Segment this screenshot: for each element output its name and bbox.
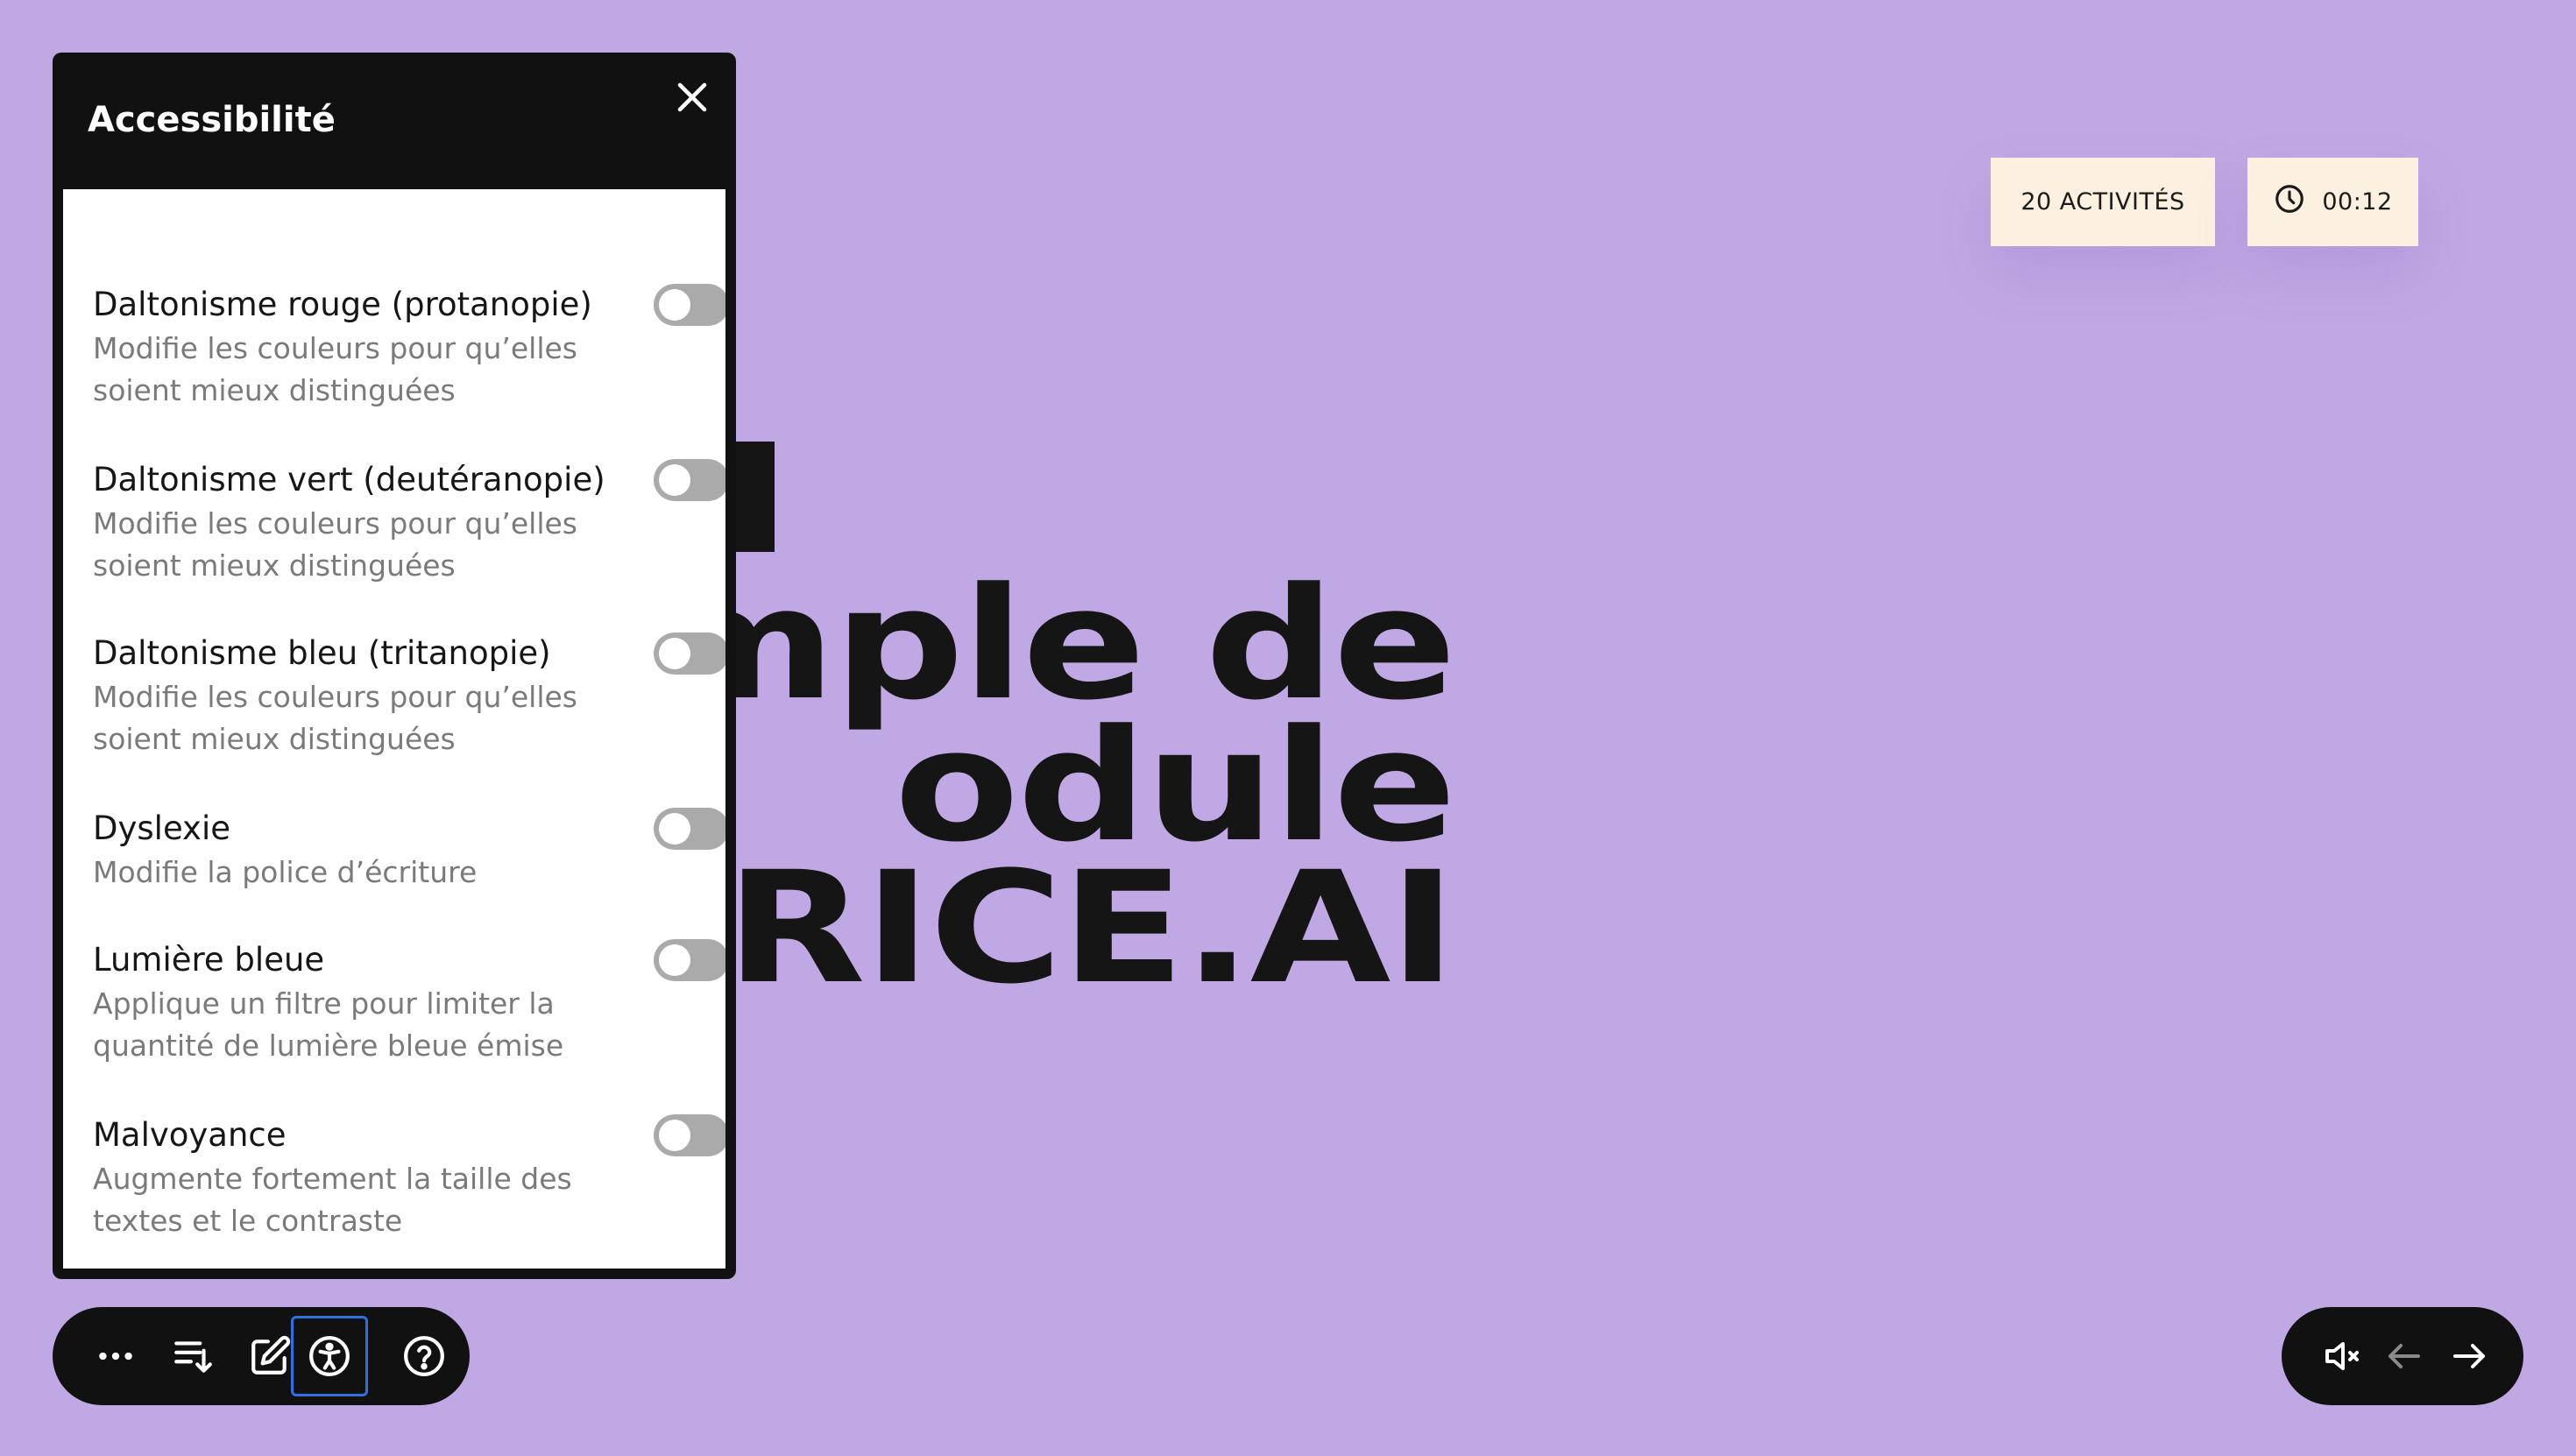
option-label: Lumière bleue bbox=[93, 941, 325, 979]
next-button[interactable] bbox=[2436, 1323, 2502, 1389]
activities-count-label: 20 ACTIVITÉS bbox=[2020, 188, 2185, 216]
toggle-knob bbox=[659, 289, 690, 321]
option-label: Malvoyance bbox=[93, 1116, 287, 1154]
clock-icon bbox=[2273, 182, 2306, 222]
activities-count-badge: 20 ACTIVITÉS bbox=[1991, 158, 2215, 246]
bottom-toolbar bbox=[53, 1307, 470, 1405]
toggle-knob bbox=[659, 944, 690, 976]
option-tritanopia: Daltonisme bleu (tritanopie) Modifie les… bbox=[93, 633, 706, 760]
close-icon bbox=[677, 82, 707, 112]
accessibility-icon bbox=[309, 1336, 350, 1376]
toggle-knob bbox=[659, 1120, 690, 1151]
option-description: Modifie la police d’écriture bbox=[93, 855, 478, 889]
mute-button[interactable] bbox=[2308, 1323, 2374, 1389]
toggle-low-vision[interactable] bbox=[654, 1114, 725, 1156]
toggle-knob bbox=[659, 464, 690, 496]
option-dyslexia: Dyslexie Modifie la police d’écriture bbox=[93, 808, 706, 894]
option-description: Modifie les couleurs pour qu’elles soien… bbox=[93, 506, 577, 583]
option-protanopia: Daltonisme rouge (protanopie) Modifie le… bbox=[93, 284, 706, 412]
accessibility-button[interactable] bbox=[291, 1316, 368, 1396]
toggle-dyslexia[interactable] bbox=[654, 808, 725, 850]
option-description: Applique un filtre pour limiter la quant… bbox=[93, 986, 564, 1063]
option-low-vision: Malvoyance Augmente fortement la taille … bbox=[93, 1114, 706, 1242]
accessibility-options-list[interactable]: Daltonisme rouge (protanopie) Modifie le… bbox=[63, 189, 725, 1269]
toggle-deuteranopia[interactable] bbox=[654, 459, 725, 501]
option-description: Modifie les couleurs pour qu’elles soien… bbox=[93, 331, 577, 407]
accessibility-panel: Accessibilité Daltonisme rouge (protanop… bbox=[53, 53, 736, 1279]
option-description: Augmente fortement la taille des textes … bbox=[93, 1162, 572, 1238]
toggle-knob bbox=[659, 638, 690, 669]
close-panel-button[interactable] bbox=[669, 74, 715, 120]
toggle-protanopia[interactable] bbox=[654, 284, 725, 326]
option-description: Modifie les couleurs pour qu’elles soien… bbox=[93, 680, 577, 756]
edit-icon bbox=[251, 1335, 291, 1375]
toggle-blue-light[interactable] bbox=[654, 939, 725, 981]
playlist-button[interactable] bbox=[154, 1316, 231, 1396]
toggle-knob bbox=[659, 813, 690, 845]
arrow-left-icon bbox=[2388, 1344, 2420, 1368]
previous-button[interactable] bbox=[2371, 1323, 2438, 1389]
option-label: Daltonisme bleu (tritanopie) bbox=[93, 634, 551, 672]
option-label: Daltonisme vert (deutéranopie) bbox=[93, 461, 605, 498]
more-icon bbox=[99, 1352, 132, 1361]
option-label: Daltonisme rouge (protanopie) bbox=[93, 286, 592, 323]
timer-value: 00:12 bbox=[2322, 188, 2393, 216]
option-blue-light: Lumière bleue Applique un filtre pour li… bbox=[93, 939, 706, 1067]
mute-icon bbox=[2325, 1342, 2359, 1370]
playlist-icon bbox=[174, 1341, 212, 1373]
accessibility-panel-header: Accessibilité bbox=[53, 53, 736, 189]
option-deuteranopia: Daltonisme vert (deutéranopie) Modifie l… bbox=[93, 459, 706, 587]
toggle-tritanopia[interactable] bbox=[654, 633, 725, 675]
option-label: Dyslexie bbox=[93, 809, 230, 847]
more-button[interactable] bbox=[77, 1316, 154, 1396]
help-icon bbox=[404, 1336, 444, 1376]
help-button[interactable] bbox=[386, 1316, 463, 1396]
navigation-bar bbox=[2282, 1307, 2523, 1405]
arrow-right-icon bbox=[2453, 1344, 2485, 1368]
timer-badge: 00:12 bbox=[2247, 158, 2418, 246]
panel-title: Accessibilité bbox=[88, 100, 336, 140]
